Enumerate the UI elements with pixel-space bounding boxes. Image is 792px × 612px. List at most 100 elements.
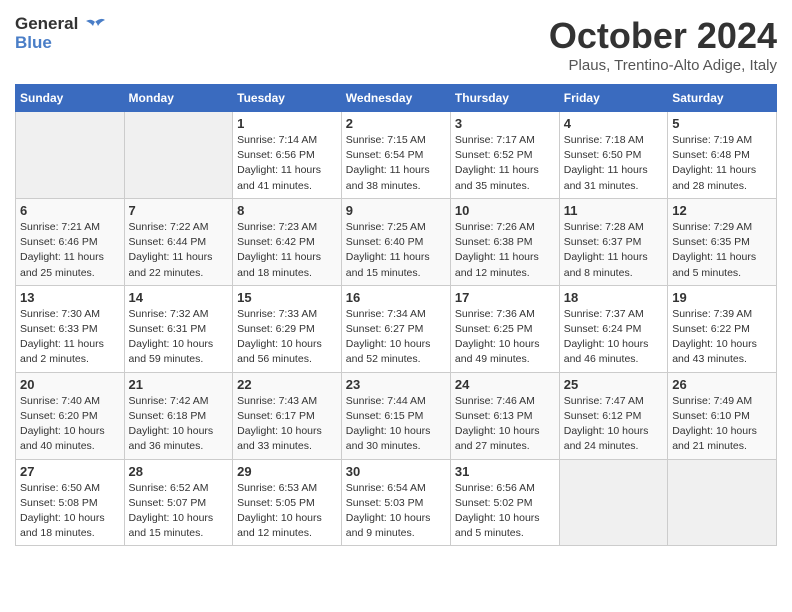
weekday-header-sunday: Sunday — [16, 85, 125, 112]
weekday-header-saturday: Saturday — [668, 85, 777, 112]
month-title: October 2024 — [549, 15, 777, 57]
day-cell: 19Sunrise: 7:39 AMSunset: 6:22 PMDayligh… — [668, 285, 777, 372]
day-number: 23 — [346, 377, 446, 392]
day-info: Sunrise: 7:29 AMSunset: 6:35 PMDaylight:… — [672, 220, 772, 281]
day-info: Sunrise: 7:30 AMSunset: 6:33 PMDaylight:… — [20, 307, 120, 368]
week-row-4: 20 Sunrise: 7:40 AMSunset: 6:20 PMDayligh… — [16, 372, 777, 459]
day-number: 18 — [564, 290, 663, 305]
day-number: 13 — [20, 290, 120, 305]
day-number: 12 — [672, 203, 772, 218]
day-cell: 21Sunrise: 7:42 AMSunset: 6:18 PMDayligh… — [124, 372, 233, 459]
day-info: Sunrise: 7:44 AMSunset: 6:15 PMDaylight:… — [346, 394, 446, 455]
page-header: General Blue October 2024 Plaus, Trentin… — [15, 15, 777, 74]
day-number: 6 — [20, 203, 120, 218]
day-info: Sunrise: 6:54 AMSunset: 5:03 PMDaylight:… — [346, 481, 446, 542]
logo-bird-icon — [84, 16, 106, 34]
day-info: Sunrise: 7:32 AMSunset: 6:31 PMDaylight:… — [129, 307, 229, 368]
day-info: Sunrise: 7:43 AMSunset: 6:17 PMDaylight:… — [237, 394, 337, 455]
week-row-3: 13 Sunrise: 7:30 AMSunset: 6:33 PMDayligh… — [16, 285, 777, 372]
day-cell: 24Sunrise: 7:46 AMSunset: 6:13 PMDayligh… — [450, 372, 559, 459]
logo-text: General Blue — [15, 15, 106, 52]
week-row-5: 27Sunrise: 6:50 AMSunset: 5:08 PMDayligh… — [16, 459, 777, 546]
day-cell: 30 Sunrise: 6:54 AMSunset: 5:03 PMDayligh… — [341, 459, 450, 546]
day-cell: 26Sunrise: 7:49 AMSunset: 6:10 PMDayligh… — [668, 372, 777, 459]
week-row-1: 1 Sunrise: 7:14 AMSunset: 6:56 PMDaylight… — [16, 112, 777, 199]
day-info: Sunrise: 7:25 AMSunset: 6:40 PMDaylight:… — [346, 220, 446, 281]
day-cell: 20 Sunrise: 7:40 AMSunset: 6:20 PMDayligh… — [16, 372, 125, 459]
day-number: 14 — [129, 290, 229, 305]
day-number: 15 — [237, 290, 337, 305]
day-info: Sunrise: 6:52 AMSunset: 5:07 PMDaylight:… — [129, 481, 229, 542]
day-cell: 29Sunrise: 6:53 AMSunset: 5:05 PMDayligh… — [233, 459, 342, 546]
day-number: 9 — [346, 203, 446, 218]
day-info: Sunrise: 6:56 AMSunset: 5:02 PMDaylight:… — [455, 481, 555, 542]
day-cell: 1 Sunrise: 7:14 AMSunset: 6:56 PMDaylight… — [233, 112, 342, 199]
day-cell: 28 Sunrise: 6:52 AMSunset: 5:07 PMDayligh… — [124, 459, 233, 546]
day-number: 22 — [237, 377, 337, 392]
day-cell: 25 Sunrise: 7:47 AMSunset: 6:12 PMDayligh… — [559, 372, 667, 459]
day-cell: 15 Sunrise: 7:33 AMSunset: 6:29 PMDayligh… — [233, 285, 342, 372]
day-number: 20 — [20, 377, 120, 392]
weekday-header-monday: Monday — [124, 85, 233, 112]
day-cell: 8 Sunrise: 7:23 AMSunset: 6:42 PMDaylight… — [233, 198, 342, 285]
day-number: 1 — [237, 116, 337, 131]
day-cell: 18 Sunrise: 7:37 AMSunset: 6:24 PMDayligh… — [559, 285, 667, 372]
day-number: 19 — [672, 290, 772, 305]
day-number: 4 — [564, 116, 663, 131]
day-cell: 3 Sunrise: 7:17 AMSunset: 6:52 PMDaylight… — [450, 112, 559, 199]
day-number: 17 — [455, 290, 555, 305]
day-info: Sunrise: 7:17 AMSunset: 6:52 PMDaylight:… — [455, 133, 555, 194]
day-cell: 11 Sunrise: 7:28 AMSunset: 6:37 PMDayligh… — [559, 198, 667, 285]
day-cell: 7 Sunrise: 7:22 AMSunset: 6:44 PMDaylight… — [124, 198, 233, 285]
weekday-header-friday: Friday — [559, 85, 667, 112]
day-info: Sunrise: 7:28 AMSunset: 6:37 PMDaylight:… — [564, 220, 663, 281]
day-number: 10 — [455, 203, 555, 218]
day-number: 29 — [237, 464, 337, 479]
day-number: 21 — [129, 377, 229, 392]
day-cell: 2 Sunrise: 7:15 AMSunset: 6:54 PMDaylight… — [341, 112, 450, 199]
day-info: Sunrise: 7:36 AMSunset: 6:25 PMDaylight:… — [455, 307, 555, 368]
weekday-header-wednesday: Wednesday — [341, 85, 450, 112]
day-number: 2 — [346, 116, 446, 131]
weekday-header-row: SundayMondayTuesdayWednesdayThursdayFrid… — [16, 85, 777, 112]
day-info: Sunrise: 7:15 AMSunset: 6:54 PMDaylight:… — [346, 133, 446, 194]
day-info: Sunrise: 7:37 AMSunset: 6:24 PMDaylight:… — [564, 307, 663, 368]
weekday-header-tuesday: Tuesday — [233, 85, 342, 112]
day-info: Sunrise: 7:47 AMSunset: 6:12 PMDaylight:… — [564, 394, 663, 455]
day-cell: 10 Sunrise: 7:26 AMSunset: 6:38 PMDayligh… — [450, 198, 559, 285]
day-cell: 14 Sunrise: 7:32 AMSunset: 6:31 PMDayligh… — [124, 285, 233, 372]
day-number: 30 — [346, 464, 446, 479]
calendar-table: SundayMondayTuesdayWednesdayThursdayFrid… — [15, 84, 777, 546]
day-cell: 5 Sunrise: 7:19 AMSunset: 6:48 PMDaylight… — [668, 112, 777, 199]
day-number: 28 — [129, 464, 229, 479]
day-cell — [124, 112, 233, 199]
day-info: Sunrise: 7:18 AMSunset: 6:50 PMDaylight:… — [564, 133, 663, 194]
day-number: 5 — [672, 116, 772, 131]
day-info: Sunrise: 7:49 AMSunset: 6:10 PMDaylight:… — [672, 394, 772, 455]
title-block: October 2024 Plaus, Trentino-Alto Adige,… — [549, 15, 777, 74]
day-number: 7 — [129, 203, 229, 218]
day-cell: 16Sunrise: 7:34 AMSunset: 6:27 PMDayligh… — [341, 285, 450, 372]
day-cell — [668, 459, 777, 546]
day-info: Sunrise: 7:23 AMSunset: 6:42 PMDaylight:… — [237, 220, 337, 281]
day-cell: 23 Sunrise: 7:44 AMSunset: 6:15 PMDayligh… — [341, 372, 450, 459]
day-number: 3 — [455, 116, 555, 131]
day-info: Sunrise: 7:22 AMSunset: 6:44 PMDaylight:… — [129, 220, 229, 281]
day-info: Sunrise: 7:40 AMSunset: 6:20 PMDaylight:… — [20, 394, 120, 455]
location: Plaus, Trentino-Alto Adige, Italy — [549, 57, 777, 74]
day-info: Sunrise: 7:33 AMSunset: 6:29 PMDaylight:… — [237, 307, 337, 368]
day-number: 8 — [237, 203, 337, 218]
day-number: 16 — [346, 290, 446, 305]
day-info: Sunrise: 7:26 AMSunset: 6:38 PMDaylight:… — [455, 220, 555, 281]
day-number: 11 — [564, 203, 663, 218]
day-number: 31 — [455, 464, 555, 479]
day-number: 25 — [564, 377, 663, 392]
day-info: Sunrise: 7:19 AMSunset: 6:48 PMDaylight:… — [672, 133, 772, 194]
day-info: Sunrise: 7:46 AMSunset: 6:13 PMDaylight:… — [455, 394, 555, 455]
day-cell — [16, 112, 125, 199]
day-cell: 13 Sunrise: 7:30 AMSunset: 6:33 PMDayligh… — [16, 285, 125, 372]
day-info: Sunrise: 7:14 AMSunset: 6:56 PMDaylight:… — [237, 133, 337, 194]
day-cell — [559, 459, 667, 546]
day-number: 27 — [20, 464, 120, 479]
logo: General Blue — [15, 15, 106, 52]
